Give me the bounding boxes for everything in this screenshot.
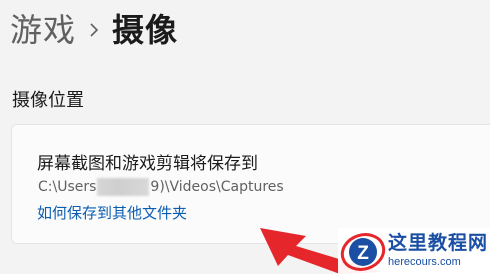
card-title: 屏幕截图和游戏剪辑将保存到 <box>37 154 258 174</box>
capture-path-suffix: 9)\Videos\Captures <box>150 179 284 195</box>
settings-page: 游戏 摄像 摄像位置 屏幕截图和游戏剪辑将保存到 C:\Users 9)\Vid… <box>0 0 490 274</box>
capture-path: C:\Users 9)\Videos\Captures <box>38 178 284 196</box>
section-title: 摄像位置 <box>12 90 84 111</box>
watermark-url: herecours.com <box>388 256 461 268</box>
breadcrumb: 游戏 摄像 <box>10 4 178 52</box>
page-title: 摄像 <box>112 11 179 49</box>
svg-text:Z: Z <box>357 243 369 264</box>
watermark-title: 这里教程网 <box>388 232 489 254</box>
z-logo-icon: Z <box>340 233 386 271</box>
chevron-right-icon <box>76 16 112 40</box>
change-folder-link[interactable]: 如何保存到其他文件夹 <box>37 202 187 223</box>
breadcrumb-parent[interactable]: 游戏 <box>10 5 76 51</box>
watermark: Z 这里教程网 herecours.com <box>338 228 490 274</box>
redacted-username <box>97 178 150 196</box>
capture-path-prefix: C:\Users <box>38 179 97 195</box>
capture-location-card: 屏幕截图和游戏剪辑将保存到 C:\Users 9)\Videos\Capture… <box>11 124 490 244</box>
